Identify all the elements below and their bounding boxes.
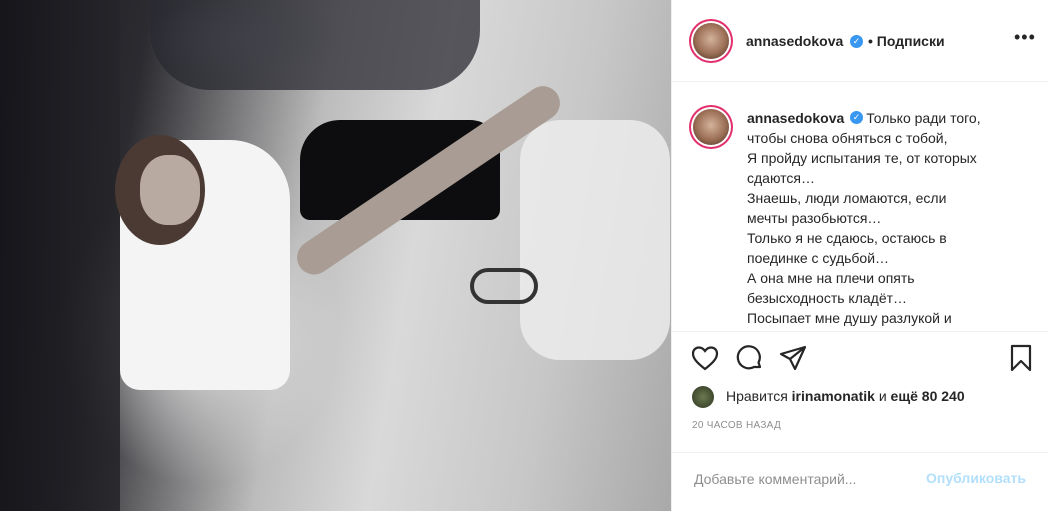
post-timestamp[interactable]: 20 ЧАСОВ НАЗАД xyxy=(692,420,781,431)
photo-car-roof xyxy=(150,0,480,90)
photo-door-handle xyxy=(470,268,538,304)
verified-badge-icon: ✓ xyxy=(850,35,863,48)
caption-verified-badge-icon: ✓ xyxy=(850,111,863,124)
likes-row: Нравится irinamonatik и ещё 80 240 xyxy=(692,385,1032,409)
author-avatar[interactable] xyxy=(693,23,729,59)
liker-avatar[interactable] xyxy=(692,386,714,408)
heart-icon[interactable] xyxy=(690,343,720,373)
comment-input[interactable] xyxy=(692,470,916,488)
action-bar xyxy=(672,332,1048,382)
caption-avatar[interactable] xyxy=(693,109,729,145)
post-sidebar: annasedokova ✓ • Подписки ••• annasedoko… xyxy=(671,0,1048,511)
likes-text: Нравится irinamonatik и ещё 80 240 xyxy=(726,388,965,404)
likes-user[interactable]: irinamonatik xyxy=(792,388,875,404)
post-header: annasedokova ✓ • Подписки ••• xyxy=(672,0,1048,82)
follow-status[interactable]: • Подписки xyxy=(868,33,945,49)
photo-car-seat xyxy=(520,120,670,360)
likes-count[interactable]: ещё 80 240 xyxy=(891,388,965,404)
comment-icon[interactable] xyxy=(734,343,764,373)
share-icon[interactable] xyxy=(778,343,808,373)
caption-username[interactable]: annasedokova xyxy=(747,110,844,126)
caption-text: annasedokova Только ради того, чтобы снов… xyxy=(747,108,1017,328)
author-username[interactable]: annasedokova xyxy=(746,33,843,49)
publish-button[interactable]: Опубликовать xyxy=(926,470,1026,486)
photo-shadow xyxy=(0,0,120,511)
likes-and: и xyxy=(878,388,887,404)
photo-face xyxy=(140,155,200,225)
bookmark-icon[interactable] xyxy=(1006,343,1036,373)
more-icon[interactable]: ••• xyxy=(1014,27,1036,48)
likes-prefix: Нравится xyxy=(726,388,788,404)
caption-comment: annasedokova Только ради того, чтобы снов… xyxy=(672,82,1048,332)
caption-body: Только ради того, чтобы снова обняться с… xyxy=(747,110,981,326)
post-photo[interactable] xyxy=(0,0,671,511)
add-comment-bar: Опубликовать xyxy=(672,452,1048,511)
